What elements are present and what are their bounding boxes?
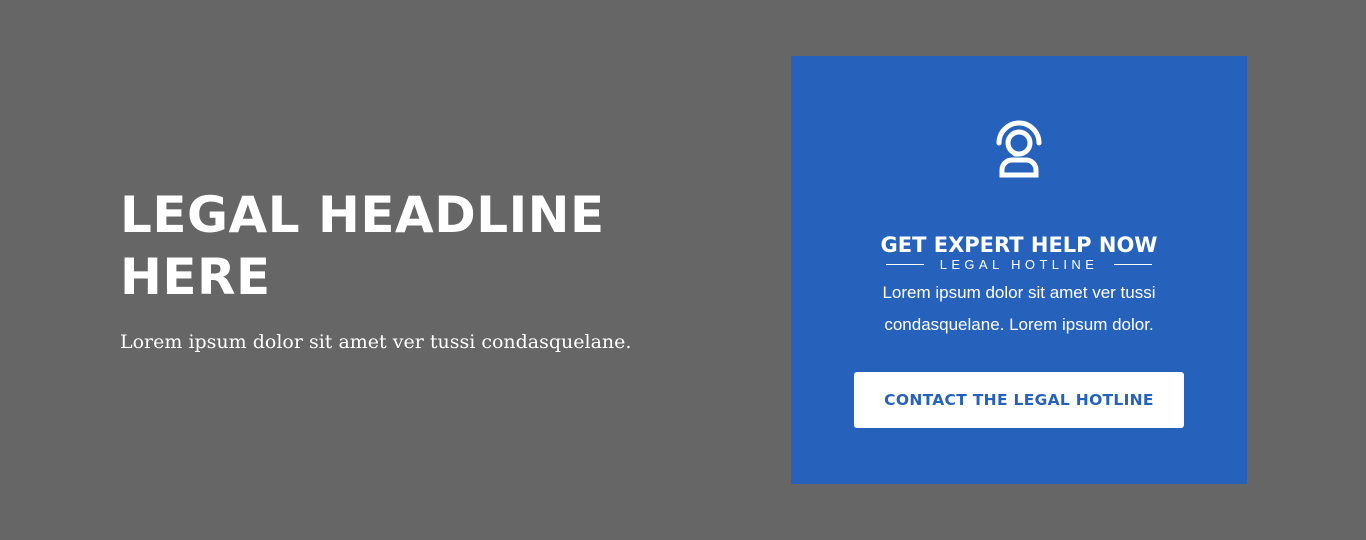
hotline-icon-wrapper: [791, 112, 1247, 178]
hotline-card: LEGAL HOTLINE GET EXPERT HELP NOW Lorem …: [791, 56, 1247, 484]
contact-hotline-button[interactable]: CONTACT THE LEGAL HOTLINE: [854, 372, 1184, 428]
card-title: GET EXPERT HELP NOW: [880, 233, 1158, 257]
eyebrow-rule-left: [885, 263, 924, 265]
hero-lead-text: Lorem ipsum dolor sit amet ver tussi con…: [120, 331, 632, 353]
headset-icon: [996, 120, 1042, 178]
hero-section: LEGAL HEADLINE HERE Lorem ipsum dolor si…: [120, 184, 680, 356]
card-body-text: Lorem ipsum dolor sit amet ver tussi con…: [882, 283, 1156, 334]
page: LEGAL HEADLINE HERE Lorem ipsum dolor si…: [0, 0, 1366, 540]
hero-headline: LEGAL HEADLINE HERE: [120, 186, 605, 306]
eyebrow-rule-right: [1114, 263, 1153, 265]
